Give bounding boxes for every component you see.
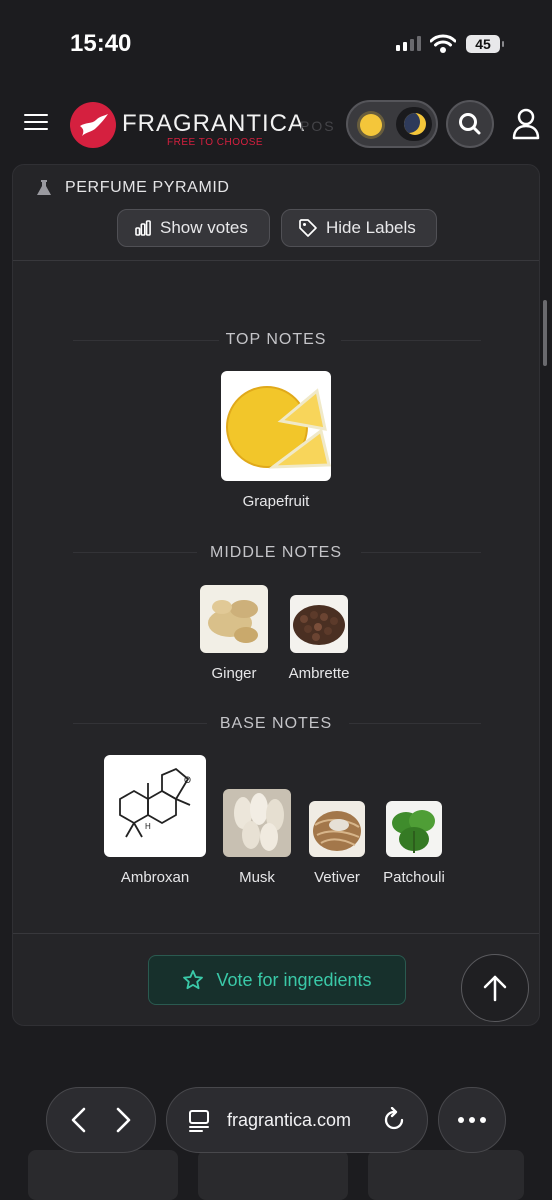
- musk-image: [223, 789, 291, 857]
- more-dot-icon: [458, 1117, 464, 1123]
- scroll-to-top-button[interactable]: [461, 954, 529, 1022]
- divider: [13, 260, 539, 261]
- middle-notes-title: MIDDLE NOTES: [209, 544, 342, 561]
- background-product-strip: [28, 1150, 524, 1200]
- note-label: Patchouli: [383, 869, 445, 886]
- note-label: Musk: [239, 869, 275, 886]
- back-icon[interactable]: [68, 1106, 90, 1134]
- star-icon: [183, 970, 204, 990]
- hide-labels-label: Hide Labels: [326, 218, 416, 237]
- svg-text:H: H: [145, 822, 151, 831]
- note-grapefruit[interactable]: Grapefruit: [221, 371, 331, 510]
- tag-icon: [299, 219, 317, 237]
- arrow-up-icon: [483, 975, 507, 1002]
- more-dot-icon: [480, 1117, 486, 1123]
- note-label: Ambroxan: [120, 869, 190, 886]
- note-label: Vetiver: [314, 869, 360, 886]
- address-bar[interactable]: fragrantica.com: [166, 1087, 428, 1153]
- note-musk[interactable]: Musk: [221, 789, 293, 886]
- note-label: Ginger: [211, 665, 257, 682]
- wifi-icon: [430, 34, 456, 53]
- ambroxan-structure-image: O H: [104, 755, 206, 857]
- vote-for-ingredients-button[interactable]: Vote for ingredients: [148, 955, 406, 1005]
- product-card: [198, 1150, 348, 1200]
- brand-tagline: FREE TO CHOOSE: [167, 137, 264, 148]
- user-icon: [512, 108, 540, 140]
- bar-chart-icon: [135, 220, 151, 236]
- product-card: [368, 1150, 524, 1200]
- forward-icon[interactable]: [112, 1106, 134, 1134]
- theme-toggle[interactable]: [346, 100, 438, 148]
- toggle-knob: [396, 107, 432, 141]
- fragrantica-logo-icon[interactable]: [70, 102, 116, 148]
- note-ambrette[interactable]: Ambrette: [283, 595, 355, 682]
- more-options-button[interactable]: [438, 1087, 506, 1153]
- moon-icon: [404, 113, 426, 135]
- page-scrollbar[interactable]: [543, 300, 547, 366]
- ginger-image: [200, 585, 268, 653]
- vote-label: Vote for ingredients: [216, 969, 372, 990]
- sun-icon: [360, 114, 382, 136]
- note-vetiver[interactable]: Vetiver: [305, 801, 369, 886]
- header-ghost-text: POS: [300, 118, 336, 134]
- flask-icon: [37, 180, 51, 195]
- more-dot-icon: [469, 1117, 475, 1123]
- vetiver-image: [309, 801, 365, 857]
- browser-nav-group: [46, 1087, 156, 1153]
- note-patchouli[interactable]: Patchouli: [379, 801, 449, 886]
- panel-header: PERFUME PYRAMID: [35, 179, 230, 197]
- show-votes-button[interactable]: Show votes: [117, 209, 270, 247]
- patchouli-image: [386, 801, 442, 857]
- cellular-signal-icon: [396, 36, 421, 51]
- site-header: FRAGRANTICA FREE TO CHOOSE POS: [0, 90, 552, 158]
- show-votes-label: Show votes: [160, 218, 248, 237]
- status-bar: 15:40 45: [0, 0, 552, 90]
- note-ginger[interactable]: Ginger: [199, 585, 269, 682]
- note-ambroxan[interactable]: O H Ambroxan: [103, 755, 207, 886]
- page-menu-icon[interactable]: [187, 1108, 211, 1132]
- grapefruit-image: [221, 371, 331, 481]
- user-account-button[interactable]: [506, 104, 546, 144]
- perfume-pyramid-panel: PERFUME PYRAMID Show votes Hide Labels T…: [12, 164, 540, 1026]
- product-card: [28, 1150, 178, 1200]
- note-label: Grapefruit: [242, 493, 310, 510]
- status-time: 15:40: [70, 30, 132, 57]
- url-text: fragrantica.com: [227, 1109, 352, 1130]
- reload-icon[interactable]: [381, 1107, 407, 1133]
- base-notes-title: BASE NOTES: [219, 715, 333, 732]
- brand-name[interactable]: FRAGRANTICA: [122, 110, 305, 138]
- divider: [13, 933, 539, 934]
- ambrette-image: [290, 595, 348, 653]
- search-icon: [459, 113, 481, 135]
- hide-labels-button[interactable]: Hide Labels: [281, 209, 437, 247]
- svg-text:O: O: [184, 775, 191, 785]
- note-label: Ambrette: [288, 665, 350, 682]
- panel-title: PERFUME PYRAMID: [65, 179, 230, 196]
- top-notes-title: TOP NOTES: [225, 331, 327, 348]
- battery-icon: 45: [466, 35, 504, 53]
- search-button[interactable]: [446, 100, 494, 148]
- hamburger-menu-icon[interactable]: [24, 114, 48, 134]
